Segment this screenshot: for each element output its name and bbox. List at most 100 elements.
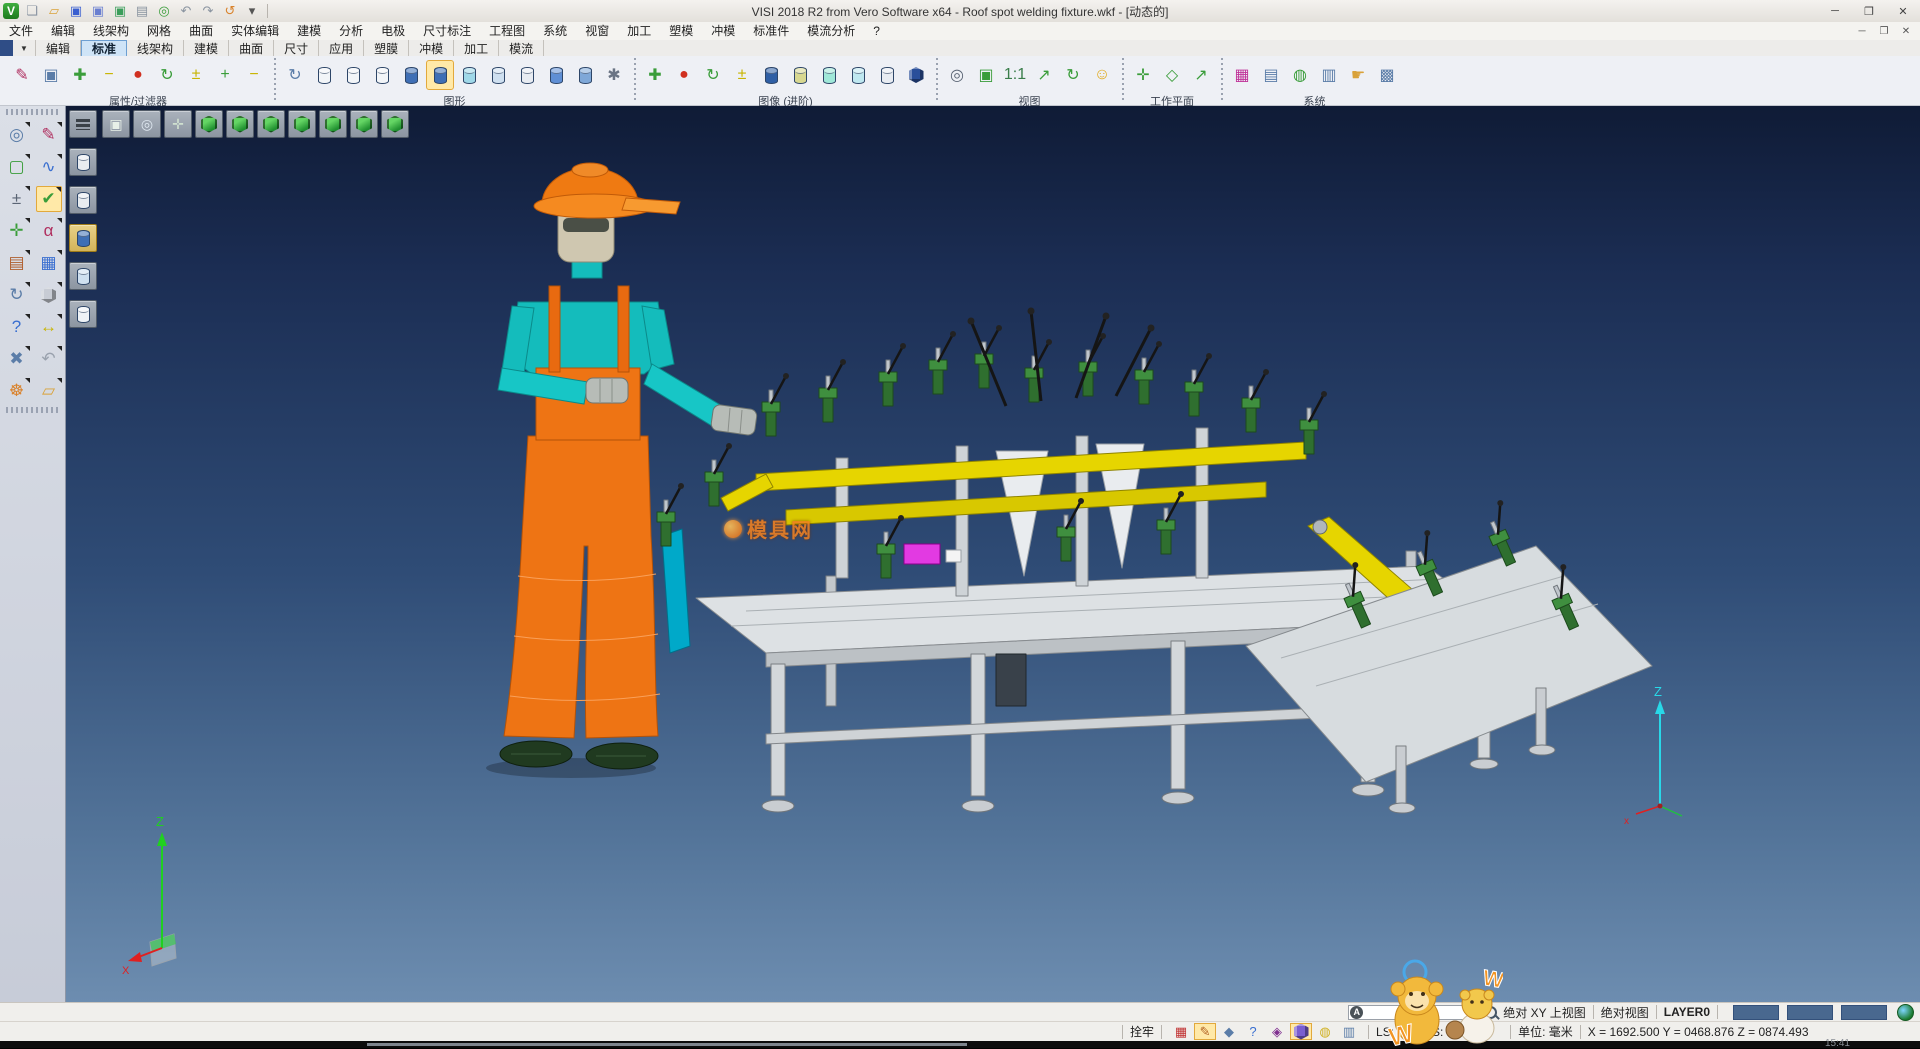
- bottom-view-icon[interactable]: [257, 110, 285, 138]
- mdi-minimize-button[interactable]: ─: [1854, 26, 1870, 37]
- workplane-cube-icon[interactable]: [1290, 1023, 1312, 1040]
- dashed-hidden-mode-icon[interactable]: [368, 60, 396, 90]
- back-view-icon[interactable]: [381, 110, 409, 138]
- save-as-icon[interactable]: ▣: [89, 2, 107, 20]
- profiles-icon[interactable]: ◈: [1266, 1023, 1288, 1040]
- window-tile-icon[interactable]: ▥: [1338, 1023, 1360, 1040]
- globe-icon[interactable]: [1897, 1004, 1914, 1021]
- color-swatch[interactable]: [1733, 1005, 1779, 1020]
- print-preview-icon[interactable]: ◎: [155, 2, 173, 20]
- toolbar-group-separator[interactable]: [932, 58, 941, 102]
- new-file-icon[interactable]: ❏: [23, 2, 41, 20]
- table-config-icon[interactable]: ▥: [1315, 60, 1343, 90]
- regen-graphics-icon[interactable]: ↻: [281, 60, 309, 90]
- section-cylinder-icon[interactable]: [757, 60, 785, 90]
- mesh-cylinder-icon[interactable]: [873, 60, 901, 90]
- redo-icon[interactable]: ↷: [199, 2, 217, 20]
- wireframe-display-icon[interactable]: [69, 148, 97, 176]
- refresh-icon[interactable]: ↻: [4, 282, 30, 308]
- tagged-cylinder-icon[interactable]: [844, 60, 872, 90]
- color-swatch[interactable]: [1787, 1005, 1833, 1020]
- fit-view-icon[interactable]: ▣: [102, 110, 130, 138]
- menu-item[interactable]: 网格: [138, 22, 180, 40]
- menu-item[interactable]: 加工: [618, 22, 660, 40]
- toolbar-group-separator[interactable]: [1118, 58, 1127, 102]
- view-orientation-icon[interactable]: ☺: [1088, 60, 1116, 90]
- menu-item[interactable]: 编辑: [42, 22, 84, 40]
- menu-item[interactable]: 分析: [330, 22, 372, 40]
- hidden-line-display-icon[interactable]: [69, 186, 97, 214]
- help-icon[interactable]: ?: [4, 314, 30, 340]
- menu-item[interactable]: 线架构: [84, 22, 138, 40]
- view-mode-label[interactable]: 绝对视图: [1601, 1004, 1649, 1021]
- tab[interactable]: 编辑: [36, 40, 81, 56]
- copy-graphics-icon[interactable]: [571, 60, 599, 90]
- zoom-dynamic-icon[interactable]: ◎: [4, 122, 30, 148]
- zoom-extent-icon[interactable]: ◎: [133, 110, 161, 138]
- menu-item[interactable]: 塑模: [660, 22, 702, 40]
- search-magnifier-icon[interactable]: [1484, 1006, 1497, 1019]
- zoom-window-icon[interactable]: ▣: [972, 60, 1000, 90]
- mesh-display-icon[interactable]: [69, 300, 97, 328]
- menu-item[interactable]: 视窗: [576, 22, 618, 40]
- advanced-toggle-icon[interactable]: ±: [728, 60, 756, 90]
- menu-item[interactable]: 曲面: [180, 22, 222, 40]
- save-all-icon[interactable]: ▣: [111, 2, 129, 20]
- 3d-viewport[interactable]: Z X Z x ▣◎✛ 模具网: [66, 106, 1920, 1002]
- zoom-1to1-icon[interactable]: 1:1: [1001, 60, 1029, 90]
- tab[interactable]: 冲模: [409, 40, 454, 56]
- attributes-stack-icon[interactable]: ▤: [4, 250, 30, 276]
- settings-table-icon[interactable]: ▤: [1257, 60, 1285, 90]
- validate-cylinder-icon[interactable]: [815, 60, 843, 90]
- menu-item[interactable]: 电极: [372, 22, 414, 40]
- workplane-move-icon[interactable]: ↗: [1187, 60, 1215, 90]
- sidebar-grip-top[interactable]: [6, 109, 59, 115]
- undo-grey-icon[interactable]: ↶: [36, 346, 62, 372]
- left-view-icon[interactable]: [288, 110, 316, 138]
- shaded-edges-mode-icon[interactable]: [426, 60, 454, 90]
- mdi-restore-button[interactable]: ❐: [1876, 26, 1892, 37]
- add-filter-icon[interactable]: +: [211, 60, 239, 90]
- selection-hand-icon[interactable]: ☛: [1344, 60, 1372, 90]
- top-view-icon[interactable]: [226, 110, 254, 138]
- visibility-filter-icon[interactable]: ●: [124, 60, 152, 90]
- ink-cursor-icon[interactable]: ◆: [1218, 1023, 1240, 1040]
- grid-pane-icon[interactable]: ▦: [36, 250, 62, 276]
- selection-window-icon[interactable]: ▢: [4, 154, 30, 180]
- print-icon[interactable]: ▤: [133, 2, 151, 20]
- viewport-menu-icon[interactable]: [69, 110, 97, 138]
- transparent-mode-icon[interactable]: [455, 60, 483, 90]
- edit-disable-icon[interactable]: ✎: [36, 122, 62, 148]
- menu-item[interactable]: 冲模: [702, 22, 744, 40]
- graphics-settings-icon[interactable]: ✱: [600, 60, 628, 90]
- lock-label[interactable]: 拴牢: [1130, 1023, 1154, 1040]
- close-button[interactable]: ✕: [1886, 0, 1920, 22]
- attribute-preview-icon[interactable]: ▣: [37, 60, 65, 90]
- hidden-line-mode-icon[interactable]: [339, 60, 367, 90]
- record-icon[interactable]: ▦: [1170, 1023, 1192, 1040]
- menu-item[interactable]: ?: [864, 22, 889, 40]
- dynamic-regen-icon[interactable]: [542, 60, 570, 90]
- right-view-icon[interactable]: [319, 110, 347, 138]
- tab[interactable]: 加工: [454, 40, 499, 56]
- mdi-close-button[interactable]: ✕: [1898, 26, 1914, 37]
- spline-edit-icon[interactable]: α: [36, 218, 62, 244]
- tab[interactable]: 模流: [499, 40, 544, 56]
- context-help-icon[interactable]: ?: [1242, 1023, 1264, 1040]
- active-layer-label[interactable]: LAYER0: [1664, 1005, 1710, 1019]
- tab[interactable]: 线架构: [127, 40, 184, 56]
- tab[interactable]: 建模: [184, 40, 229, 56]
- tab[interactable]: 曲面: [229, 40, 274, 56]
- menu-item[interactable]: 系统: [534, 22, 576, 40]
- advanced-filter-icon[interactable]: ●: [670, 60, 698, 90]
- open-file-icon[interactable]: ▱: [45, 2, 63, 20]
- modify-attributes-icon[interactable]: ✎: [8, 60, 36, 90]
- workplane-origin-icon[interactable]: ✛: [1129, 60, 1157, 90]
- iso-view-icon[interactable]: [195, 110, 223, 138]
- transparent-display-icon[interactable]: [69, 262, 97, 290]
- delete-icon[interactable]: ✖: [4, 346, 30, 372]
- shaded-display-icon[interactable]: [69, 224, 97, 252]
- tab[interactable]: 尺寸: [274, 40, 319, 56]
- menu-item[interactable]: 工程图: [480, 22, 534, 40]
- rotate-view-icon[interactable]: ↻: [1059, 60, 1087, 90]
